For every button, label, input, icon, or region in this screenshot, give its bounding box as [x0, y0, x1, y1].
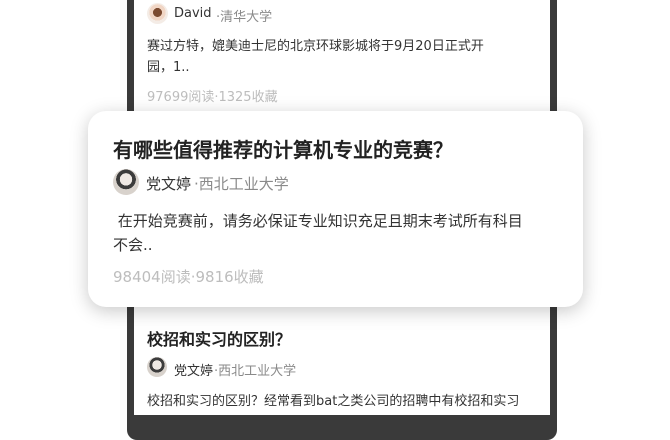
author-avatar	[147, 357, 167, 377]
author-school: ·西北工业大学	[214, 364, 297, 379]
author-school: ·清华大学	[216, 10, 273, 25]
article-stats: 98404阅读·9816收藏	[113, 268, 264, 286]
article-stats: 97699阅读·1325收藏	[147, 90, 278, 105]
author-name: 党文婷	[146, 175, 192, 193]
author-name: 党文婷	[174, 364, 214, 379]
article-snippet: 在开始竞赛前，请务必保证专业知识充足且期末考试所有科目 不会..	[113, 212, 523, 254]
author-avatar	[113, 169, 139, 195]
author-name: David	[174, 6, 212, 21]
article-snippet: 赛过方特，媲美迪士尼的北京环球影城将于9月20日正式开 园，1..	[147, 39, 484, 75]
author-avatar	[147, 3, 168, 24]
article-title: 校招和实习的区别？	[147, 330, 292, 349]
article-title: 有哪些值得推荐的计算机专业的竞赛？	[113, 138, 453, 162]
author-school: ·西北工业大学	[194, 175, 289, 193]
article-snippet: 校招和实习的区别？经常看到bat之类公司的招聘中有校招和实习	[147, 394, 520, 409]
highlight-article-card[interactable]: 有哪些值得推荐的计算机专业的竞赛？ 党文婷 ·西北工业大学 在开始竞赛前，请务必…	[88, 111, 583, 307]
